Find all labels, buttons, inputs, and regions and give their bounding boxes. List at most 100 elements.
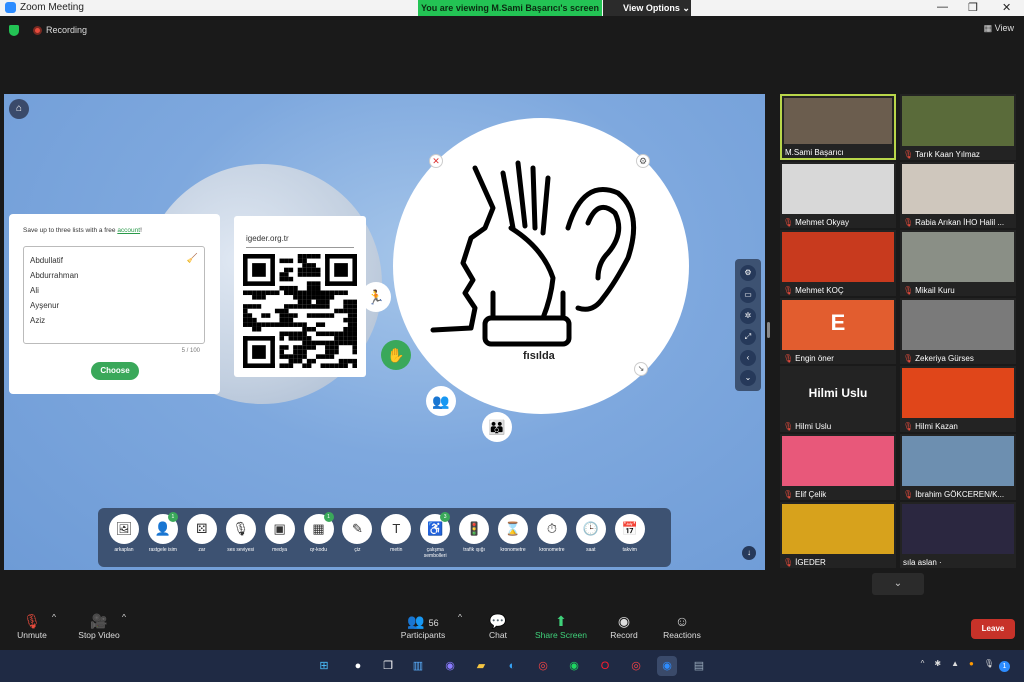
minimize-icon[interactable]: — bbox=[937, 1, 948, 13]
maximize-icon[interactable]: ❐ bbox=[968, 1, 978, 14]
participant-tile[interactable]: E 🎙 Engin öner bbox=[780, 298, 896, 364]
fullscreen-icon[interactable]: ⤢ bbox=[740, 329, 756, 345]
close-symbol-icon[interactable]: ✕ bbox=[429, 154, 443, 168]
view-button[interactable]: ▦ View bbox=[984, 23, 1014, 34]
leave-button[interactable]: Leave bbox=[971, 619, 1015, 639]
search-icon[interactable]: ● bbox=[348, 656, 368, 676]
unmute-button[interactable]: 🎙 Unmute bbox=[14, 612, 50, 640]
choose-button[interactable]: Choose bbox=[91, 362, 139, 380]
tool-label: trafik ışığı bbox=[463, 547, 485, 553]
tool-traffic-light[interactable]: 🚦 trafik ışığı bbox=[454, 514, 494, 553]
tool-text[interactable]: Tmetin bbox=[376, 514, 416, 553]
tool-badge: 1 bbox=[167, 512, 178, 522]
symbol-settings-gear-icon[interactable]: ⚙ bbox=[636, 154, 650, 168]
participant-name: Elif Çelik bbox=[795, 490, 827, 499]
save-icon[interactable]: ▭ bbox=[740, 287, 756, 303]
bluetooth-icon[interactable]: ✱ bbox=[934, 659, 941, 668]
name-list-textarea[interactable]: Abdullatif Abdurrahman Ali Ayşenur Aziz … bbox=[23, 246, 205, 344]
settings-gear-icon[interactable]: ⚙ bbox=[740, 265, 756, 281]
chrome-icon[interactable]: ◎ bbox=[533, 656, 553, 676]
tool-clock[interactable]: 🕒 saat bbox=[571, 514, 611, 553]
participant-tile[interactable]: Hilmi Uslu 🎙 Hilmi Uslu bbox=[780, 366, 896, 432]
resize-arrow-icon[interactable]: ↘ bbox=[634, 362, 648, 376]
tool-dice[interactable]: ⚄ zar bbox=[182, 514, 222, 553]
participant-tile[interactable]: 🎙 Mehmet Okyay bbox=[780, 162, 896, 228]
tool-pencil[interactable]: ✎ çiz bbox=[337, 514, 377, 553]
video-options-caret-icon[interactable]: ^ bbox=[122, 612, 126, 622]
participant-tile[interactable]: 🎙 Elif Çelik bbox=[780, 434, 896, 500]
tool-mic[interactable]: 🎙 ses seviyesi bbox=[221, 514, 261, 553]
snowflake-icon[interactable]: ✲ bbox=[740, 308, 756, 324]
participant-tile[interactable]: 🎙 İGEDER bbox=[780, 502, 896, 568]
teams-chat-icon[interactable]: ◉ bbox=[440, 656, 460, 676]
list-item: Abdullatif bbox=[30, 256, 63, 265]
participants-label: Participants bbox=[400, 630, 446, 640]
tool-stopwatch[interactable]: ⏱ kronometre bbox=[532, 514, 572, 553]
windows-start-icon[interactable]: ⊞ bbox=[314, 656, 334, 676]
clear-broom-icon[interactable]: 🧹 bbox=[187, 253, 198, 264]
participant-tile[interactable]: M.Sami Başarıcı bbox=[780, 94, 896, 160]
chrome-profile-icon[interactable]: ◎ bbox=[626, 656, 646, 676]
toolbar-collapse-icon[interactable]: ↓ bbox=[742, 546, 756, 560]
tool-person[interactable]: 👤 1 rastgele isim bbox=[143, 512, 183, 553]
participant-tile[interactable]: 🎙 Zekeriya Gürses bbox=[900, 298, 1016, 364]
participant-tile[interactable]: 🎙 Rabia Arıkan İHO Halil ... bbox=[900, 162, 1016, 228]
view-options-button[interactable]: View Options ⌄ bbox=[603, 0, 691, 16]
close-icon[interactable]: ✕ bbox=[1002, 1, 1011, 14]
teacher-board-icon[interactable]: 👥 bbox=[426, 386, 456, 416]
audio-options-caret-icon[interactable]: ^ bbox=[52, 612, 56, 622]
tray-chevron-icon[interactable]: ^ bbox=[921, 659, 925, 668]
account-link[interactable]: account bbox=[117, 227, 140, 234]
spotify-icon[interactable]: ◉ bbox=[564, 656, 584, 676]
app-icon[interactable]: ▤ bbox=[689, 656, 709, 676]
chat-button[interactable]: 💬 Chat bbox=[483, 612, 513, 640]
tray-dot-icon[interactable]: ● bbox=[969, 659, 974, 668]
participants-button[interactable]: 👥 56 Participants bbox=[396, 612, 450, 640]
participants-caret-icon[interactable]: ^ bbox=[458, 612, 462, 622]
running-person-icon[interactable]: 🏃 bbox=[361, 282, 391, 312]
file-explorer-icon[interactable]: ▰ bbox=[471, 656, 491, 676]
gallery-scroll-down-icon[interactable]: ⌄ bbox=[872, 573, 924, 595]
back-icon[interactable]: ‹ bbox=[740, 350, 756, 366]
participant-tile[interactable]: 🎙 Tarık Kaan Yılmaz bbox=[900, 94, 1016, 160]
security-shield-icon[interactable] bbox=[9, 25, 19, 36]
video-camera-icon: 🎥 bbox=[90, 613, 108, 629]
participant-tile[interactable]: 🎙 Hilmi Kazan bbox=[900, 366, 1016, 432]
text-icon: T bbox=[381, 514, 412, 544]
list-item: Aziz bbox=[30, 316, 46, 325]
notification-badge[interactable]: 1 bbox=[999, 661, 1010, 672]
opera-icon[interactable]: O bbox=[595, 656, 615, 676]
participant-name: İbrahim GÖKCEREN/K... bbox=[915, 490, 1005, 499]
hand-gesture-icon[interactable]: ✋ bbox=[381, 340, 411, 370]
home-icon[interactable]: ⌂ bbox=[9, 99, 29, 119]
panel-resize-handle[interactable] bbox=[767, 322, 770, 338]
tray-app-icon[interactable]: ▲ bbox=[951, 659, 959, 668]
tool-symbols[interactable]: ♿ 3 çalışma sembolleri bbox=[415, 512, 455, 559]
participant-tile[interactable]: 🎙 İbrahim GÖKCEREN/K... bbox=[900, 434, 1016, 500]
stop-video-button[interactable]: 🎥 Stop Video bbox=[74, 612, 124, 640]
recording-indicator[interactable]: Recording bbox=[33, 25, 87, 35]
reactions-button[interactable]: ☺ Reactions bbox=[660, 612, 704, 640]
participant-name: Engin öner bbox=[795, 354, 834, 363]
tool-hourglass[interactable]: ⌛ kronometre bbox=[493, 514, 533, 553]
group-work-icon[interactable]: 👪 bbox=[482, 412, 512, 442]
tool-image[interactable]: 🖼 arkaplan bbox=[104, 514, 144, 553]
more-down-icon[interactable]: ⌄ bbox=[740, 370, 756, 386]
edge-browser-icon[interactable]: ◐ bbox=[502, 656, 522, 676]
calendar-icon: 📅 bbox=[614, 514, 645, 544]
task-view-icon[interactable]: ❐ bbox=[378, 656, 398, 676]
tool-calendar[interactable]: 📅 takvim bbox=[610, 514, 650, 553]
widgets-icon[interactable]: ▥ bbox=[408, 656, 428, 676]
tool-media[interactable]: ▣ medya bbox=[260, 514, 300, 553]
tool-qr[interactable]: ▦ 1 qr-kodu bbox=[299, 512, 339, 553]
participant-video bbox=[902, 504, 1014, 554]
dice-icon: ⚄ bbox=[186, 514, 217, 544]
chat-bubble-icon: 💬 bbox=[489, 613, 507, 629]
participant-tile[interactable]: 🎙 Mikail Kuru bbox=[900, 230, 1016, 296]
zoom-taskbar-icon[interactable]: ◉ bbox=[657, 656, 677, 676]
microphone-tray-icon[interactable]: 🎙 bbox=[984, 659, 994, 668]
participant-tile[interactable]: 🎙 Mehmet KOÇ bbox=[780, 230, 896, 296]
participant-tile[interactable]: sıla aslan · bbox=[900, 502, 1016, 568]
record-button[interactable]: ◉ Record bbox=[607, 612, 641, 640]
share-screen-button[interactable]: ⬆ Share Screen bbox=[533, 612, 589, 640]
